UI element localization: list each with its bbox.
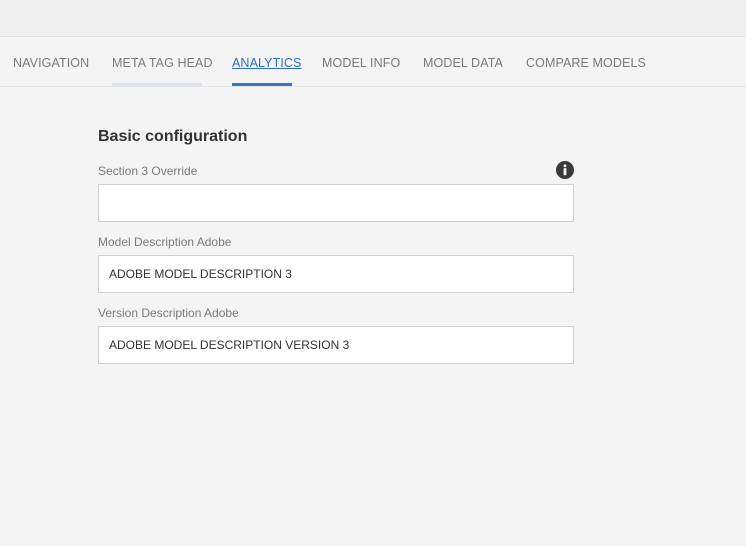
tab-model-data[interactable]: MODEL DATA: [423, 37, 503, 86]
tab-active-indicator: [232, 83, 292, 86]
section-3-override-input[interactable]: [98, 184, 574, 222]
top-bar: [0, 0, 746, 37]
page: NAVIGATION META TAG HEAD ANALYTICS MODEL…: [0, 0, 746, 546]
tab-compare-models[interactable]: COMPARE MODELS: [526, 37, 646, 86]
tab-analytics[interactable]: ANALYTICS: [232, 37, 301, 86]
section-3-override-label: Section 3 Override: [98, 164, 198, 178]
tab-underline: [526, 83, 631, 86]
tab-underline: [423, 83, 496, 86]
version-description-adobe-label: Version Description Adobe: [98, 306, 239, 320]
section-title: Basic configuration: [98, 128, 248, 145]
tab-navigation[interactable]: NAVIGATION: [13, 37, 89, 86]
tab-label: META TAG HEAD: [112, 56, 213, 70]
tab-label: MODEL DATA: [423, 56, 503, 70]
tab-label: ANALYTICS: [232, 56, 302, 70]
tab-meta-tag-head[interactable]: META TAG HEAD: [112, 37, 213, 86]
tab-label: NAVIGATION: [13, 56, 90, 70]
tab-model-info[interactable]: MODEL INFO: [322, 37, 400, 86]
tab-bar: NAVIGATION META TAG HEAD ANALYTICS MODEL…: [0, 37, 746, 87]
version-description-adobe-input[interactable]: [98, 326, 574, 364]
tab-underline: [112, 83, 202, 86]
model-description-adobe-label: Model Description Adobe: [98, 235, 232, 249]
tab-underline: [322, 83, 394, 86]
model-description-adobe-input[interactable]: [98, 255, 574, 293]
tab-label: COMPARE MODELS: [526, 56, 646, 70]
tab-label: MODEL INFO: [322, 56, 401, 70]
tab-underline: [13, 83, 82, 86]
info-circle-icon[interactable]: [556, 161, 574, 179]
